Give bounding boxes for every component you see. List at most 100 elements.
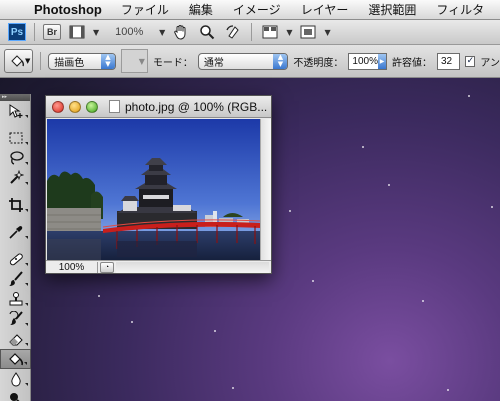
brush-icon bbox=[8, 271, 23, 286]
status-menu-icon[interactable]: ◔ bbox=[100, 261, 114, 273]
zoom-level-field[interactable]: 100% bbox=[105, 26, 153, 38]
zoom-percent-field[interactable]: 100% bbox=[46, 261, 98, 273]
desktop-star bbox=[388, 184, 390, 186]
paint-bucket-icon bbox=[8, 353, 23, 366]
chevron-down-icon[interactable]: ▼ bbox=[159, 28, 165, 37]
updown-arrows-icon: ▲ ▼ bbox=[100, 53, 115, 69]
document-status-bar: 100% ◔ bbox=[46, 260, 271, 273]
history-brush-icon bbox=[9, 311, 23, 325]
marquee-icon bbox=[9, 132, 22, 144]
stamp-icon bbox=[9, 292, 22, 306]
chevron-down-icon: ▼ bbox=[138, 56, 145, 66]
healing-brush-tool[interactable] bbox=[0, 249, 31, 269]
chevron-down-icon[interactable]: ▼ bbox=[93, 28, 99, 37]
move-tool[interactable] bbox=[0, 101, 31, 121]
menu-bar: Photoshop ファイル 編集 イメージ レイヤー 選択範囲 フィルタ bbox=[0, 0, 500, 20]
tool-preset-picker[interactable]: ▼ bbox=[4, 49, 34, 73]
castle-photo bbox=[47, 119, 261, 260]
crop-icon bbox=[8, 198, 23, 212]
opacity-value: 100% bbox=[352, 55, 378, 67]
opacity-label: 不透明度： bbox=[293, 57, 344, 69]
desktop-star bbox=[312, 280, 314, 282]
updown-arrows-icon: ▲ ▼ bbox=[273, 53, 288, 69]
dodge-tool[interactable] bbox=[0, 389, 31, 401]
crop-tool[interactable] bbox=[0, 195, 31, 215]
lasso-tool[interactable] bbox=[0, 148, 31, 168]
view-extras-icon[interactable] bbox=[67, 23, 87, 41]
fill-source-value: 描画色 bbox=[54, 57, 85, 69]
desktop-star bbox=[491, 206, 493, 208]
horizontal-scrollbar[interactable] bbox=[116, 261, 269, 273]
zoom-button[interactable] bbox=[86, 100, 98, 113]
desktop-star bbox=[447, 389, 449, 391]
vertical-scrollbar[interactable] bbox=[260, 119, 271, 260]
bandage-icon bbox=[9, 253, 23, 266]
menu-app-name[interactable]: Photoshop bbox=[30, 2, 111, 17]
menu-layer[interactable]: レイヤー bbox=[291, 1, 359, 18]
minimize-button[interactable] bbox=[69, 100, 81, 113]
blur-drop-icon bbox=[10, 372, 21, 387]
clone-stamp-tool[interactable] bbox=[0, 289, 31, 309]
document-title: photo.jpg @ 100% (RGB... bbox=[125, 99, 268, 114]
fill-source-select[interactable]: 描画色 ▲ ▼ bbox=[48, 52, 116, 70]
desktop-star bbox=[289, 210, 291, 212]
desktop-star bbox=[98, 295, 100, 297]
eyedropper-icon bbox=[8, 226, 22, 239]
tolerance-label: 許容値： bbox=[392, 57, 432, 69]
rotate-view-icon[interactable] bbox=[223, 23, 243, 41]
eraser-icon bbox=[8, 334, 23, 346]
close-button[interactable] bbox=[52, 100, 64, 113]
tools-panel: ▸▸ bbox=[0, 94, 31, 401]
tolerance-field[interactable]: 32 bbox=[437, 52, 461, 70]
dodge-icon bbox=[9, 393, 19, 401]
mode-label: モード： bbox=[152, 57, 193, 69]
arrange-documents-icon[interactable] bbox=[260, 23, 280, 41]
desktop-star bbox=[468, 95, 470, 97]
blur-tool[interactable] bbox=[0, 369, 31, 389]
panel-collapse-handle[interactable]: ▸▸ bbox=[0, 94, 30, 101]
divider bbox=[251, 23, 253, 41]
menu-select[interactable]: 選択範囲 bbox=[358, 1, 426, 18]
zoom-tool-icon[interactable] bbox=[197, 23, 217, 41]
launch-bridge-button[interactable]: Br bbox=[43, 24, 62, 40]
pattern-picker[interactable]: ▼ bbox=[120, 49, 148, 73]
quick-select-tool[interactable] bbox=[0, 168, 31, 188]
menu-filter[interactable]: フィルタ bbox=[426, 1, 494, 18]
eraser-tool[interactable] bbox=[0, 329, 31, 349]
desktop-star bbox=[422, 300, 424, 302]
divider bbox=[34, 23, 35, 41]
chevron-down-icon[interactable]: ▼ bbox=[324, 28, 330, 37]
move-icon bbox=[9, 104, 22, 118]
image-canvas[interactable] bbox=[47, 119, 261, 260]
tool-options-bar: ▼ 描画色 ▲ ▼ ▼ モード： 通常 ▲ ▼ 不透明度： 100% ▶ 許容値： … bbox=[0, 45, 500, 78]
hand-tool-icon[interactable] bbox=[171, 23, 191, 41]
blend-mode-value: 通常 bbox=[203, 57, 224, 69]
divider bbox=[40, 52, 42, 70]
slider-arrow-icon[interactable]: ▶ bbox=[378, 53, 386, 69]
desktop-star bbox=[214, 330, 216, 332]
application-bar: Ps Br ▼ 100% ▼ ▼ ▼ bbox=[0, 20, 500, 45]
opacity-field[interactable]: 100% ▶ bbox=[348, 52, 387, 70]
history-brush-tool[interactable] bbox=[0, 309, 31, 329]
menu-edit[interactable]: 編集 bbox=[179, 1, 223, 18]
menu-image[interactable]: イメージ bbox=[223, 1, 291, 18]
screen-mode-icon[interactable] bbox=[298, 23, 318, 41]
marquee-tool[interactable] bbox=[0, 128, 31, 148]
desktop-star bbox=[131, 321, 133, 323]
eyedropper-tool[interactable] bbox=[0, 222, 31, 242]
antialias-label: アン bbox=[480, 57, 500, 69]
paint-bucket-icon bbox=[11, 55, 25, 67]
desktop-star bbox=[362, 146, 364, 148]
antialias-checkbox[interactable]: ✓ bbox=[465, 55, 476, 67]
chevron-down-icon: ▼ bbox=[25, 57, 31, 65]
blend-mode-select[interactable]: 通常 ▲ ▼ bbox=[197, 52, 289, 70]
chevron-down-icon[interactable]: ▼ bbox=[286, 28, 292, 37]
menu-file[interactable]: ファイル bbox=[111, 1, 179, 18]
brush-tool[interactable] bbox=[0, 269, 31, 289]
magic-wand-icon bbox=[9, 170, 24, 184]
document-icon bbox=[109, 100, 120, 113]
document-window[interactable]: photo.jpg @ 100% (RGB... 100% ◔ bbox=[45, 95, 272, 274]
photoshop-logo: Ps bbox=[8, 23, 26, 41]
document-titlebar[interactable]: photo.jpg @ 100% (RGB... bbox=[46, 96, 271, 118]
paint-bucket-tool[interactable] bbox=[0, 349, 31, 369]
